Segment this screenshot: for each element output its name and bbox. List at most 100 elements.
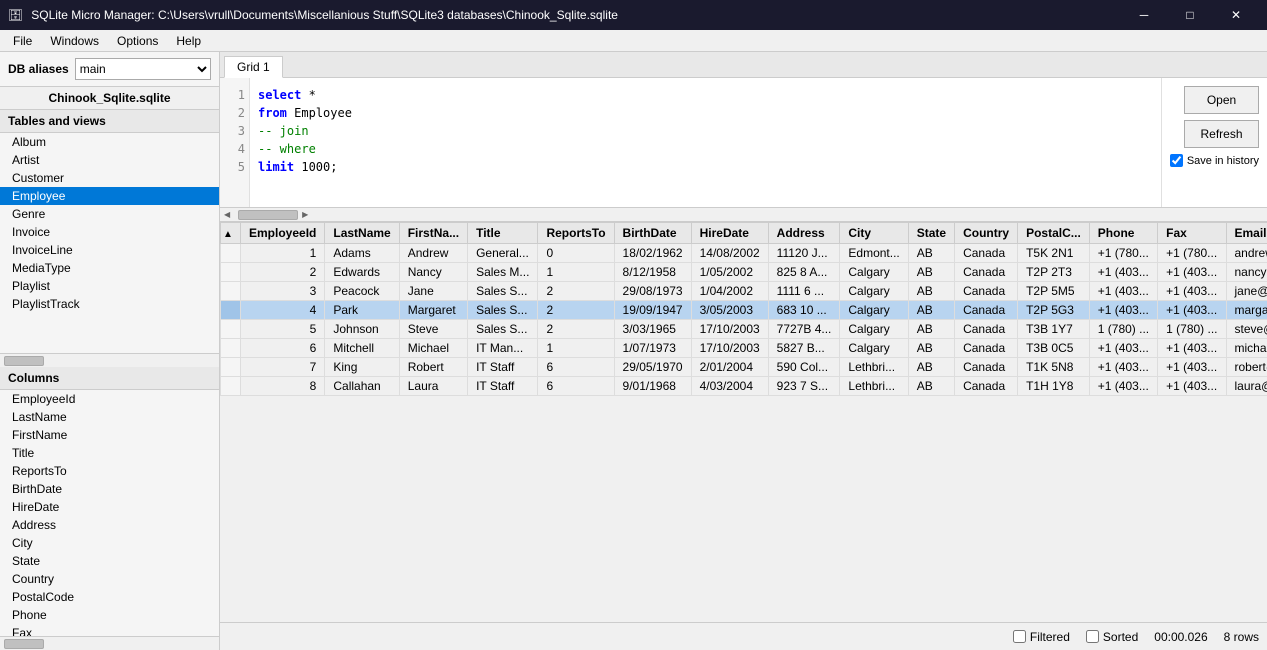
table-row[interactable]: 2EdwardsNancySales M...18/12/19581/05/20… xyxy=(221,263,1267,282)
col-header-1[interactable]: EmployeeId xyxy=(241,223,325,244)
cell-1-9: AB xyxy=(908,263,954,282)
sorted-checkbox[interactable] xyxy=(1086,630,1099,643)
data-grid-container[interactable]: ▲EmployeeIdLastNameFirstNa...TitleReport… xyxy=(220,222,1267,622)
column-item-city[interactable]: City xyxy=(0,534,219,552)
column-item-hiredate[interactable]: HireDate xyxy=(0,498,219,516)
col-header-9[interactable]: City xyxy=(840,223,908,244)
col-header-8[interactable]: Address xyxy=(768,223,840,244)
table-row[interactable]: 8CallahanLauraIT Staff69/01/19684/03/200… xyxy=(221,377,1267,396)
column-item-postalcode[interactable]: PostalCode xyxy=(0,588,219,606)
cell-4-14: steve@c... xyxy=(1226,320,1267,339)
sql-editor[interactable]: select *from Employee-- join-- wherelimi… xyxy=(250,78,1161,207)
cell-1-0: 2 xyxy=(241,263,325,282)
table-row[interactable]: 4ParkMargaretSales S...219/09/19473/05/2… xyxy=(221,301,1267,320)
cell-3-12: +1 (403... xyxy=(1089,301,1157,320)
table-item-playlisttrack[interactable]: PlaylistTrack xyxy=(0,295,219,313)
db-aliases-select[interactable]: main xyxy=(75,58,211,80)
menu-options[interactable]: Options xyxy=(108,31,167,51)
table-item-genre[interactable]: Genre xyxy=(0,205,219,223)
cell-4-9: AB xyxy=(908,320,954,339)
col-header-6[interactable]: BirthDate xyxy=(614,223,691,244)
col-header-3[interactable]: FirstNa... xyxy=(399,223,467,244)
column-item-employeeid[interactable]: EmployeeId xyxy=(0,390,219,408)
columns-hscroll[interactable] xyxy=(0,636,219,650)
col-header-2[interactable]: LastName xyxy=(325,223,399,244)
table-item-employee[interactable]: Employee xyxy=(0,187,219,205)
hscroll-thumb[interactable] xyxy=(238,210,298,220)
columns-list[interactable]: EmployeeIdLastNameFirstNameTitleReportsT… xyxy=(0,390,219,636)
col-header-7[interactable]: HireDate xyxy=(691,223,768,244)
table-item-invoiceline[interactable]: InvoiceLine xyxy=(0,241,219,259)
cell-6-2: Robert xyxy=(399,358,467,377)
table-row[interactable]: 5JohnsonSteveSales S...23/03/196517/10/2… xyxy=(221,320,1267,339)
cell-0-11: T5K 2N1 xyxy=(1018,244,1090,263)
columns-section: Columns EmployeeIdLastNameFirstNameTitle… xyxy=(0,367,219,650)
col-header-0[interactable]: ▲ xyxy=(221,223,241,244)
table-row[interactable]: 7KingRobertIT Staff629/05/19702/01/20045… xyxy=(221,358,1267,377)
cell-1-3: Sales M... xyxy=(468,263,538,282)
col-header-5[interactable]: ReportsTo xyxy=(538,223,614,244)
tables-list[interactable]: AlbumArtistCustomerEmployeeGenreInvoiceI… xyxy=(0,133,219,353)
refresh-button[interactable]: Refresh xyxy=(1184,120,1259,148)
tab-grid1[interactable]: Grid 1 xyxy=(224,56,283,78)
table-item-invoice[interactable]: Invoice xyxy=(0,223,219,241)
column-item-address[interactable]: Address xyxy=(0,516,219,534)
col-header-10[interactable]: State xyxy=(908,223,954,244)
cell-4-5: 3/03/1965 xyxy=(614,320,691,339)
cell-1-2: Nancy xyxy=(399,263,467,282)
cell-7-8: Lethbri... xyxy=(840,377,908,396)
window-controls: ─ □ ✕ xyxy=(1121,0,1259,30)
menu-help[interactable]: Help xyxy=(167,31,210,51)
cell-4-12: 1 (780) ... xyxy=(1089,320,1157,339)
col-header-4[interactable]: Title xyxy=(468,223,538,244)
cell-7-9: AB xyxy=(908,377,954,396)
hscroll-right-arrow[interactable]: ▶ xyxy=(298,210,312,219)
cell-7-3: IT Staff xyxy=(468,377,538,396)
table-item-playlist[interactable]: Playlist xyxy=(0,277,219,295)
table-row[interactable]: 6MitchellMichaelIT Man...11/07/197317/10… xyxy=(221,339,1267,358)
col-header-14[interactable]: Fax xyxy=(1158,223,1226,244)
table-item-mediatype[interactable]: MediaType xyxy=(0,259,219,277)
menu-file[interactable]: File xyxy=(4,31,41,51)
close-button[interactable]: ✕ xyxy=(1213,0,1259,30)
cell-3-9: AB xyxy=(908,301,954,320)
column-item-state[interactable]: State xyxy=(0,552,219,570)
sql-editor-container: 12345 select *from Employee-- join-- whe… xyxy=(220,78,1267,208)
col-header-11[interactable]: Country xyxy=(955,223,1018,244)
table-item-artist[interactable]: Artist xyxy=(0,151,219,169)
column-item-phone[interactable]: Phone xyxy=(0,606,219,624)
minimize-button[interactable]: ─ xyxy=(1121,0,1167,30)
column-item-title[interactable]: Title xyxy=(0,444,219,462)
cell-6-11: T1K 5N8 xyxy=(1018,358,1090,377)
column-item-reportsto[interactable]: ReportsTo xyxy=(0,462,219,480)
cell-1-5: 8/12/1958 xyxy=(614,263,691,282)
maximize-button[interactable]: □ xyxy=(1167,0,1213,30)
db-aliases-row: DB aliases main xyxy=(0,52,219,87)
cell-2-11: T2P 5M5 xyxy=(1018,282,1090,301)
cell-6-9: AB xyxy=(908,358,954,377)
table-row[interactable]: 1AdamsAndrewGeneral...018/02/196214/08/2… xyxy=(221,244,1267,263)
cell-7-2: Laura xyxy=(399,377,467,396)
tables-hscroll[interactable] xyxy=(0,353,219,367)
column-item-firstname[interactable]: FirstName xyxy=(0,426,219,444)
col-header-13[interactable]: Phone xyxy=(1089,223,1157,244)
column-item-country[interactable]: Country xyxy=(0,570,219,588)
db-aliases-label: DB aliases xyxy=(8,62,69,76)
column-item-fax[interactable]: Fax xyxy=(0,624,219,636)
table-row[interactable]: 3PeacockJaneSales S...229/08/19731/04/20… xyxy=(221,282,1267,301)
filtered-checkbox[interactable] xyxy=(1013,630,1026,643)
menu-windows[interactable]: Windows xyxy=(41,31,108,51)
table-item-customer[interactable]: Customer xyxy=(0,169,219,187)
editor-hscroll[interactable]: ◀ ▶ xyxy=(220,208,1267,222)
col-header-12[interactable]: PostalC... xyxy=(1018,223,1090,244)
column-item-birthdate[interactable]: BirthDate xyxy=(0,480,219,498)
cell-1-13: +1 (403... xyxy=(1158,263,1226,282)
save-history-checkbox[interactable] xyxy=(1170,154,1183,167)
column-item-lastname[interactable]: LastName xyxy=(0,408,219,426)
cell-3-4: 2 xyxy=(538,301,614,320)
cell-6-8: Lethbri... xyxy=(840,358,908,377)
hscroll-left-arrow[interactable]: ◀ xyxy=(220,210,234,219)
open-button[interactable]: Open xyxy=(1184,86,1259,114)
col-header-15[interactable]: Email xyxy=(1226,223,1267,244)
table-item-album[interactable]: Album xyxy=(0,133,219,151)
